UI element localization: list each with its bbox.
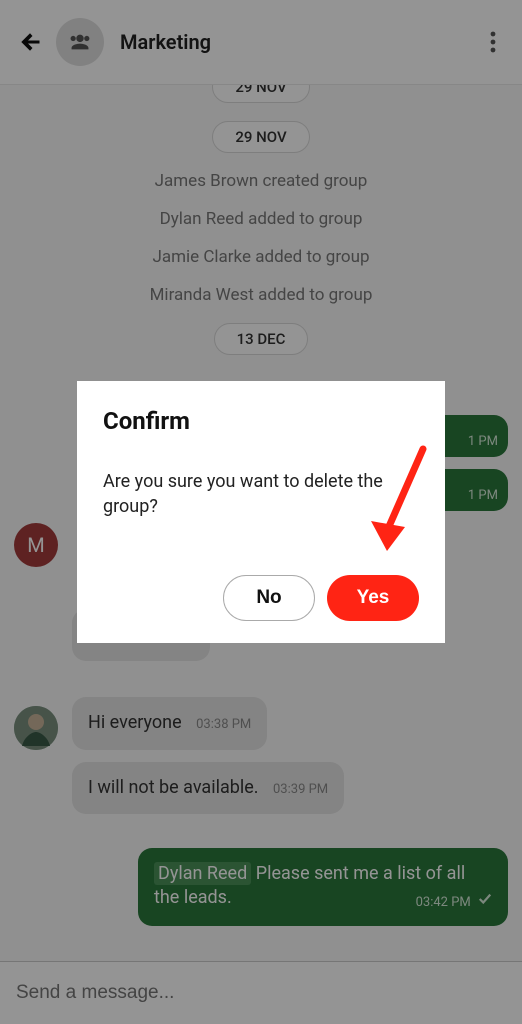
modal-overlay[interactable]: Confirm Are you sure you want to delete … — [0, 0, 522, 1024]
no-button[interactable]: No — [223, 575, 315, 621]
dialog-body: Are you sure you want to delete the grou… — [103, 469, 419, 519]
yes-button[interactable]: Yes — [327, 575, 419, 621]
dialog-actions: No Yes — [103, 575, 419, 621]
dialog-title: Confirm — [103, 407, 419, 435]
confirm-dialog: Confirm Are you sure you want to delete … — [77, 381, 445, 643]
